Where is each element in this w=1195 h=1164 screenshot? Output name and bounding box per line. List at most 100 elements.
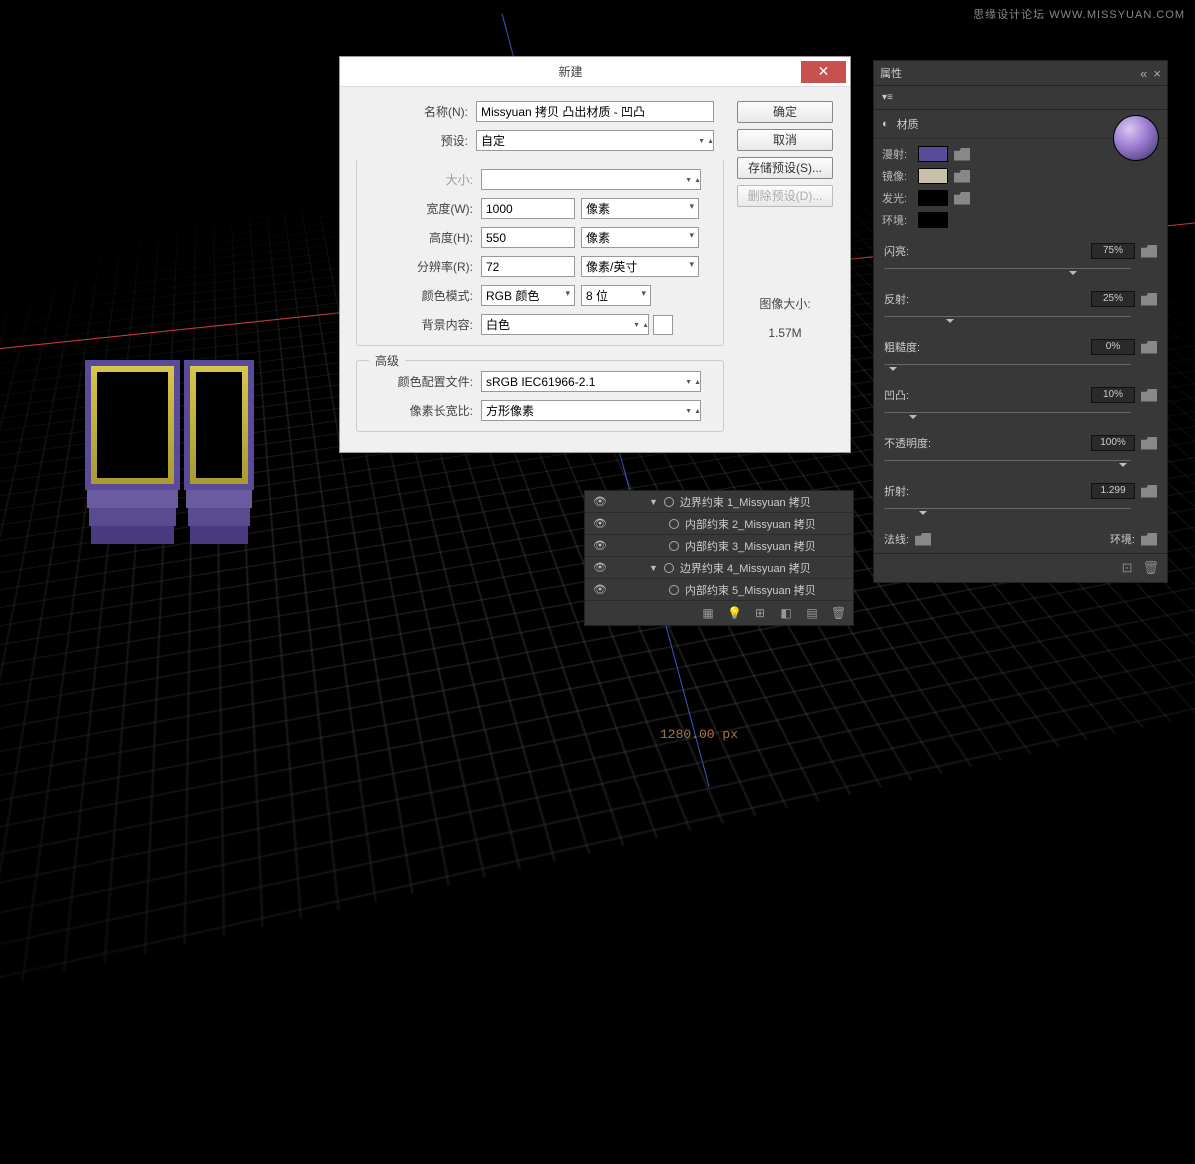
name-input[interactable] (476, 101, 714, 122)
slider-label: 粗糙度: (884, 339, 920, 355)
profile-select[interactable] (481, 371, 701, 392)
bg-label: 背景内容: (361, 316, 481, 333)
layer-row[interactable]: 👁内部约束 2_Missyuan 拷贝 (585, 513, 853, 535)
advanced-group-title: 高级 (369, 352, 405, 369)
folder-icon[interactable] (954, 170, 970, 183)
slider-value[interactable]: 75% (1091, 243, 1135, 259)
layer-label: 内部约束 5_Missyuan 拷贝 (685, 582, 816, 598)
footer-icon[interactable]: ⊡ (1122, 560, 1133, 576)
layers-panel: 👁▼边界约束 1_Missyuan 拷贝👁内部约束 2_Missyuan 拷贝👁… (584, 490, 854, 626)
watermark: 思缘设计论坛 WWW.MISSYUAN.COM (973, 6, 1185, 22)
folder-icon[interactable] (1141, 533, 1157, 546)
folder-icon[interactable] (1141, 341, 1157, 354)
height-input[interactable] (481, 227, 575, 248)
slider-label: 闪亮: (884, 243, 909, 259)
target-icon (664, 563, 674, 573)
layer-row[interactable]: 👁 ▼ 边界约束 4_Missyuan 拷贝 (585, 557, 853, 579)
footer-icon[interactable]: ▤ (805, 606, 819, 620)
slider-track[interactable] (884, 407, 1131, 419)
material-icon: ◐ (882, 118, 889, 130)
footer-icon[interactable]: ▦ (701, 606, 715, 620)
size-select (481, 169, 701, 190)
visibility-icon[interactable]: 👁 (591, 495, 609, 508)
slider-label: 不透明度: (884, 435, 931, 451)
size-label: 大小: (361, 171, 481, 188)
target-icon (669, 585, 679, 595)
delete-preset-button: 删除预设(D)... (737, 185, 833, 207)
slider-value[interactable]: 25% (1091, 291, 1135, 307)
dialog-titlebar[interactable]: 新建 ✕ (340, 57, 850, 87)
colormode-select[interactable] (481, 285, 575, 306)
slider-row: 不透明度: 100% (874, 429, 1167, 477)
folder-icon[interactable] (915, 533, 931, 546)
layer-row[interactable]: 👁▼边界约束 1_Missyuan 拷贝 (585, 491, 853, 513)
trash-icon[interactable]: 🗑 (831, 606, 845, 620)
folder-icon[interactable] (954, 192, 970, 205)
layer-row[interactable]: 👁 内部约束 5_Missyuan 拷贝 (585, 579, 853, 601)
disclosure-icon[interactable]: ▼ (649, 563, 658, 573)
slider-value[interactable]: 0% (1091, 339, 1135, 355)
slider-value[interactable]: 10% (1091, 387, 1135, 403)
close-icon[interactable]: ✕ (801, 61, 846, 83)
save-preset-button[interactable]: 存储预设(S)... (737, 157, 833, 179)
bg-swatch[interactable] (653, 315, 673, 335)
light-icon[interactable]: 💡 (727, 606, 741, 620)
slider-row: 闪亮: 75% (874, 237, 1167, 285)
width-input[interactable] (481, 198, 575, 219)
ok-button[interactable]: 确定 (737, 101, 833, 123)
colormode-label: 颜色模式: (361, 287, 481, 304)
emissive-swatch[interactable] (918, 190, 948, 206)
visibility-icon[interactable]: 👁 (591, 561, 609, 574)
folder-icon[interactable] (1141, 389, 1157, 402)
folder-icon[interactable] (954, 148, 970, 161)
bg-select[interactable] (481, 314, 649, 335)
viewport-dimension: 1280.00 px (660, 727, 738, 742)
dialog-title: 新建 (340, 63, 801, 80)
footer-icon[interactable]: ⊞ (753, 606, 767, 620)
slider-track[interactable] (884, 311, 1131, 323)
footer-icon[interactable]: ◧ (779, 606, 793, 620)
diffuse-swatch[interactable] (918, 146, 948, 162)
height-unit-select[interactable] (581, 227, 699, 248)
slider-track[interactable] (884, 455, 1131, 467)
visibility-icon[interactable]: 👁 (591, 583, 609, 596)
width-unit-select[interactable] (581, 198, 699, 219)
target-icon (669, 541, 679, 551)
folder-icon[interactable] (1141, 293, 1157, 306)
target-icon (669, 519, 679, 529)
folder-icon[interactable] (1141, 245, 1157, 258)
slider-row: 凹凸:10% (874, 381, 1167, 429)
aspect-select[interactable] (481, 400, 701, 421)
specular-swatch[interactable] (918, 168, 948, 184)
folder-icon[interactable] (1141, 437, 1157, 450)
slider-row: 粗糙度: 0% (874, 333, 1167, 381)
slider-track[interactable] (884, 263, 1131, 275)
collapse-icon[interactable]: « (1140, 66, 1147, 81)
panel-menu-icon[interactable]: ▾≡ (882, 92, 893, 103)
trash-icon[interactable]: 🗑 (1142, 560, 1159, 576)
material-preview-sphere (1113, 115, 1159, 161)
preset-select[interactable] (476, 130, 714, 151)
ambient-swatch[interactable] (918, 212, 948, 228)
layer-label: 边界约束 4_Missyuan 拷贝 (680, 560, 811, 576)
cancel-button[interactable]: 取消 (737, 129, 833, 151)
slider-track[interactable] (884, 359, 1131, 371)
visibility-icon[interactable]: 👁 (591, 517, 609, 530)
layer-row[interactable]: 👁内部约束 3_Missyuan 拷贝 (585, 535, 853, 557)
slider-value[interactable]: 100% (1091, 435, 1135, 451)
bitdepth-select[interactable] (581, 285, 651, 306)
slider-row: 折射:1.299 (874, 477, 1167, 525)
slider-value[interactable]: 1.299 (1091, 483, 1135, 499)
width-label: 宽度(W): (361, 200, 481, 217)
visibility-icon[interactable]: 👁 (591, 539, 609, 552)
resolution-label: 分辨率(R): (361, 258, 481, 275)
disclosure-icon[interactable]: ▼ (649, 497, 658, 507)
folder-icon[interactable] (1141, 485, 1157, 498)
resolution-input[interactable] (481, 256, 575, 277)
resolution-unit-select[interactable] (581, 256, 699, 277)
profile-label: 颜色配置文件: (361, 373, 481, 390)
slider-track[interactable] (884, 503, 1131, 515)
close-icon[interactable]: × (1153, 66, 1161, 81)
ambient-label: 环境: (882, 212, 912, 228)
layers-footer: ▦ 💡 ⊞ ◧ ▤ 🗑 (585, 601, 853, 625)
